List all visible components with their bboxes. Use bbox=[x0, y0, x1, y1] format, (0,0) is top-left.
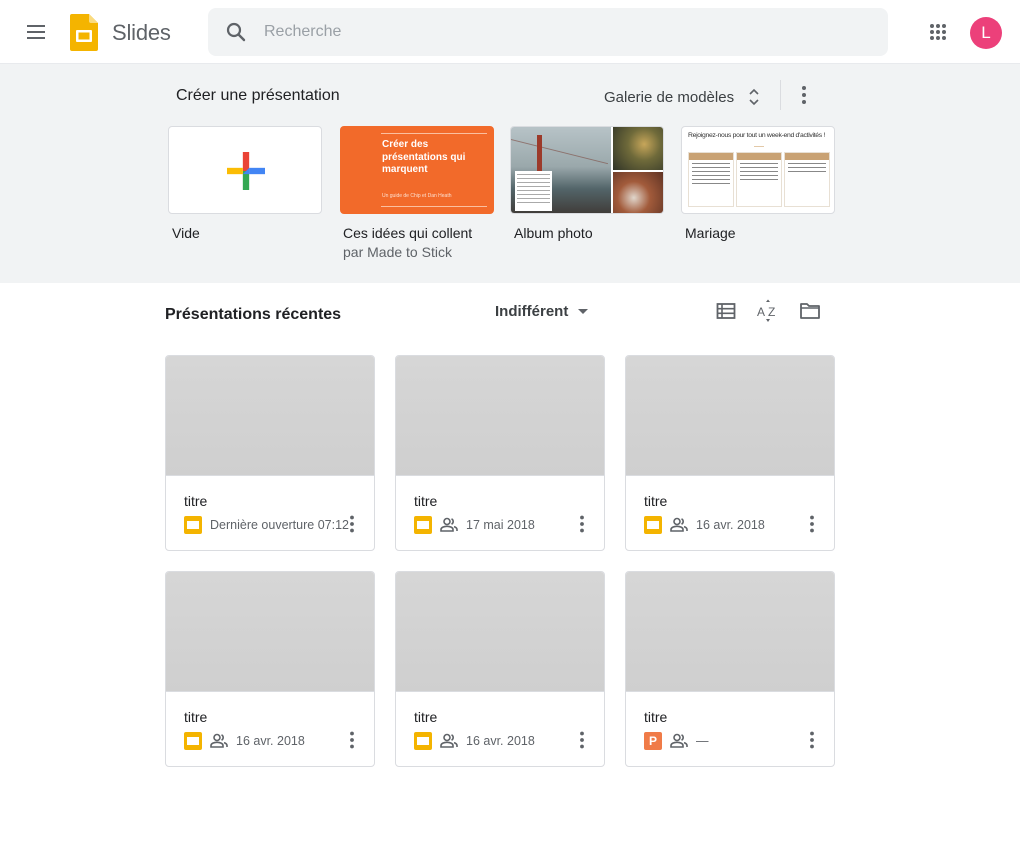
shared-icon bbox=[670, 517, 688, 532]
slides-file-icon bbox=[184, 732, 202, 750]
document-thumbnail[interactable] bbox=[396, 572, 604, 692]
document-title: titre bbox=[414, 709, 438, 725]
more-options-icon[interactable] bbox=[342, 514, 362, 534]
template-label: Album photo bbox=[514, 225, 593, 241]
app-name: Slides bbox=[112, 20, 171, 45]
document-meta: 16 avr. 2018 bbox=[414, 732, 535, 750]
slides-file-icon bbox=[644, 516, 662, 534]
more-options-icon[interactable] bbox=[802, 514, 822, 534]
document-title: titre bbox=[184, 493, 208, 509]
template-label: Vide bbox=[172, 225, 200, 241]
template-sublabel: par Made to Stick bbox=[343, 244, 452, 260]
folder-icon[interactable] bbox=[798, 299, 822, 323]
document-date: 16 avr. 2018 bbox=[466, 734, 535, 748]
search-input[interactable] bbox=[264, 8, 864, 56]
owner-filter-label: Indifférent bbox=[495, 303, 569, 320]
template-wedding[interactable]: Rejoignez-nous pour tout un week-end d'a… bbox=[681, 126, 835, 214]
main-menu-button[interactable] bbox=[20, 16, 52, 48]
template-gallery-button[interactable]: Galerie de modèles bbox=[604, 87, 760, 107]
more-options-icon[interactable] bbox=[802, 730, 822, 750]
more-options-icon[interactable] bbox=[572, 730, 592, 750]
document-date: Dernière ouverture 07:12 bbox=[210, 518, 349, 532]
document-meta: Dernière ouverture 07:12 bbox=[184, 516, 349, 534]
document-thumbnail[interactable] bbox=[166, 572, 374, 692]
recent-section-title: Présentations récentes bbox=[165, 306, 342, 323]
shared-icon bbox=[670, 733, 688, 748]
more-options-icon[interactable] bbox=[342, 730, 362, 750]
slides-file-icon bbox=[184, 516, 202, 534]
menu-icon bbox=[27, 25, 45, 27]
template-section-title: Créer une présentation bbox=[176, 87, 340, 104]
document-thumbnail[interactable] bbox=[166, 356, 374, 476]
template-made-to-stick[interactable]: Créer des présentations qui marquent Un … bbox=[340, 126, 494, 214]
template-label: Ces idées qui collent bbox=[343, 225, 473, 241]
document-meta: 16 avr. 2018 bbox=[644, 516, 765, 534]
template-photo-album[interactable] bbox=[510, 126, 664, 214]
document-date: 16 avr. 2018 bbox=[236, 734, 305, 748]
document-thumbnail[interactable] bbox=[396, 356, 604, 476]
unfold-icon bbox=[749, 88, 759, 106]
search-icon[interactable] bbox=[224, 20, 248, 44]
template-gallery-label: Galerie de modèles bbox=[604, 88, 735, 106]
document-date: — bbox=[696, 734, 709, 748]
plus-icon bbox=[227, 152, 265, 190]
document-card[interactable]: titre Dernière ouverture 07:12 bbox=[165, 355, 375, 551]
document-card[interactable]: titre 16 avr. 2018 bbox=[165, 571, 375, 767]
slides-logo-icon[interactable] bbox=[70, 14, 98, 51]
document-meta: 17 mai 2018 bbox=[414, 516, 535, 534]
template-more-options-icon[interactable] bbox=[792, 83, 816, 107]
slides-file-icon bbox=[414, 516, 432, 534]
search-bar[interactable] bbox=[208, 8, 888, 56]
google-apps-icon[interactable] bbox=[926, 20, 950, 44]
svg-text:Z: Z bbox=[768, 305, 775, 319]
document-date: 17 mai 2018 bbox=[466, 518, 535, 532]
document-title: titre bbox=[184, 709, 208, 725]
document-meta: P — bbox=[644, 732, 709, 750]
dropdown-arrow-icon bbox=[578, 309, 589, 314]
document-thumbnail[interactable] bbox=[626, 572, 834, 692]
shared-icon bbox=[440, 733, 458, 748]
album-photo-table bbox=[613, 172, 663, 213]
document-title: titre bbox=[644, 493, 668, 509]
document-card[interactable]: titre 16 avr. 2018 bbox=[625, 355, 835, 551]
list-view-icon[interactable] bbox=[714, 299, 738, 323]
document-card[interactable]: titre P — bbox=[625, 571, 835, 767]
more-options-icon[interactable] bbox=[572, 514, 592, 534]
document-date: 16 avr. 2018 bbox=[696, 518, 765, 532]
divider bbox=[780, 80, 781, 110]
template-label: Mariage bbox=[685, 225, 736, 241]
document-meta: 16 avr. 2018 bbox=[184, 732, 305, 750]
template-section: Créer une présentation Galerie de modèle… bbox=[0, 64, 1020, 283]
document-card[interactable]: titre 16 avr. 2018 bbox=[395, 571, 605, 767]
top-bar: Slides L bbox=[0, 0, 1020, 64]
document-title: titre bbox=[644, 709, 668, 725]
document-card[interactable]: titre 17 mai 2018 bbox=[395, 355, 605, 551]
template-blank[interactable] bbox=[168, 126, 322, 214]
svg-text:A: A bbox=[757, 305, 765, 319]
template-thumb-title: Rejoignez-nous pour tout un week-end d'a… bbox=[688, 132, 826, 139]
document-title: titre bbox=[414, 493, 438, 509]
document-thumbnail[interactable] bbox=[626, 356, 834, 476]
template-thumb-subtitle: Un guide de Chip et Dan Heath bbox=[382, 193, 452, 199]
album-photo-leaves bbox=[613, 127, 663, 170]
template-thumb-title: Créer des présentations qui marquent bbox=[382, 139, 466, 175]
sort-az-icon[interactable]: A Z bbox=[756, 299, 780, 323]
owner-filter-dropdown[interactable]: Indifférent bbox=[495, 303, 589, 320]
shared-icon bbox=[440, 517, 458, 532]
account-avatar[interactable]: L bbox=[970, 17, 1002, 49]
shared-icon bbox=[210, 733, 228, 748]
slides-file-icon bbox=[414, 732, 432, 750]
powerpoint-file-icon: P bbox=[644, 732, 662, 750]
